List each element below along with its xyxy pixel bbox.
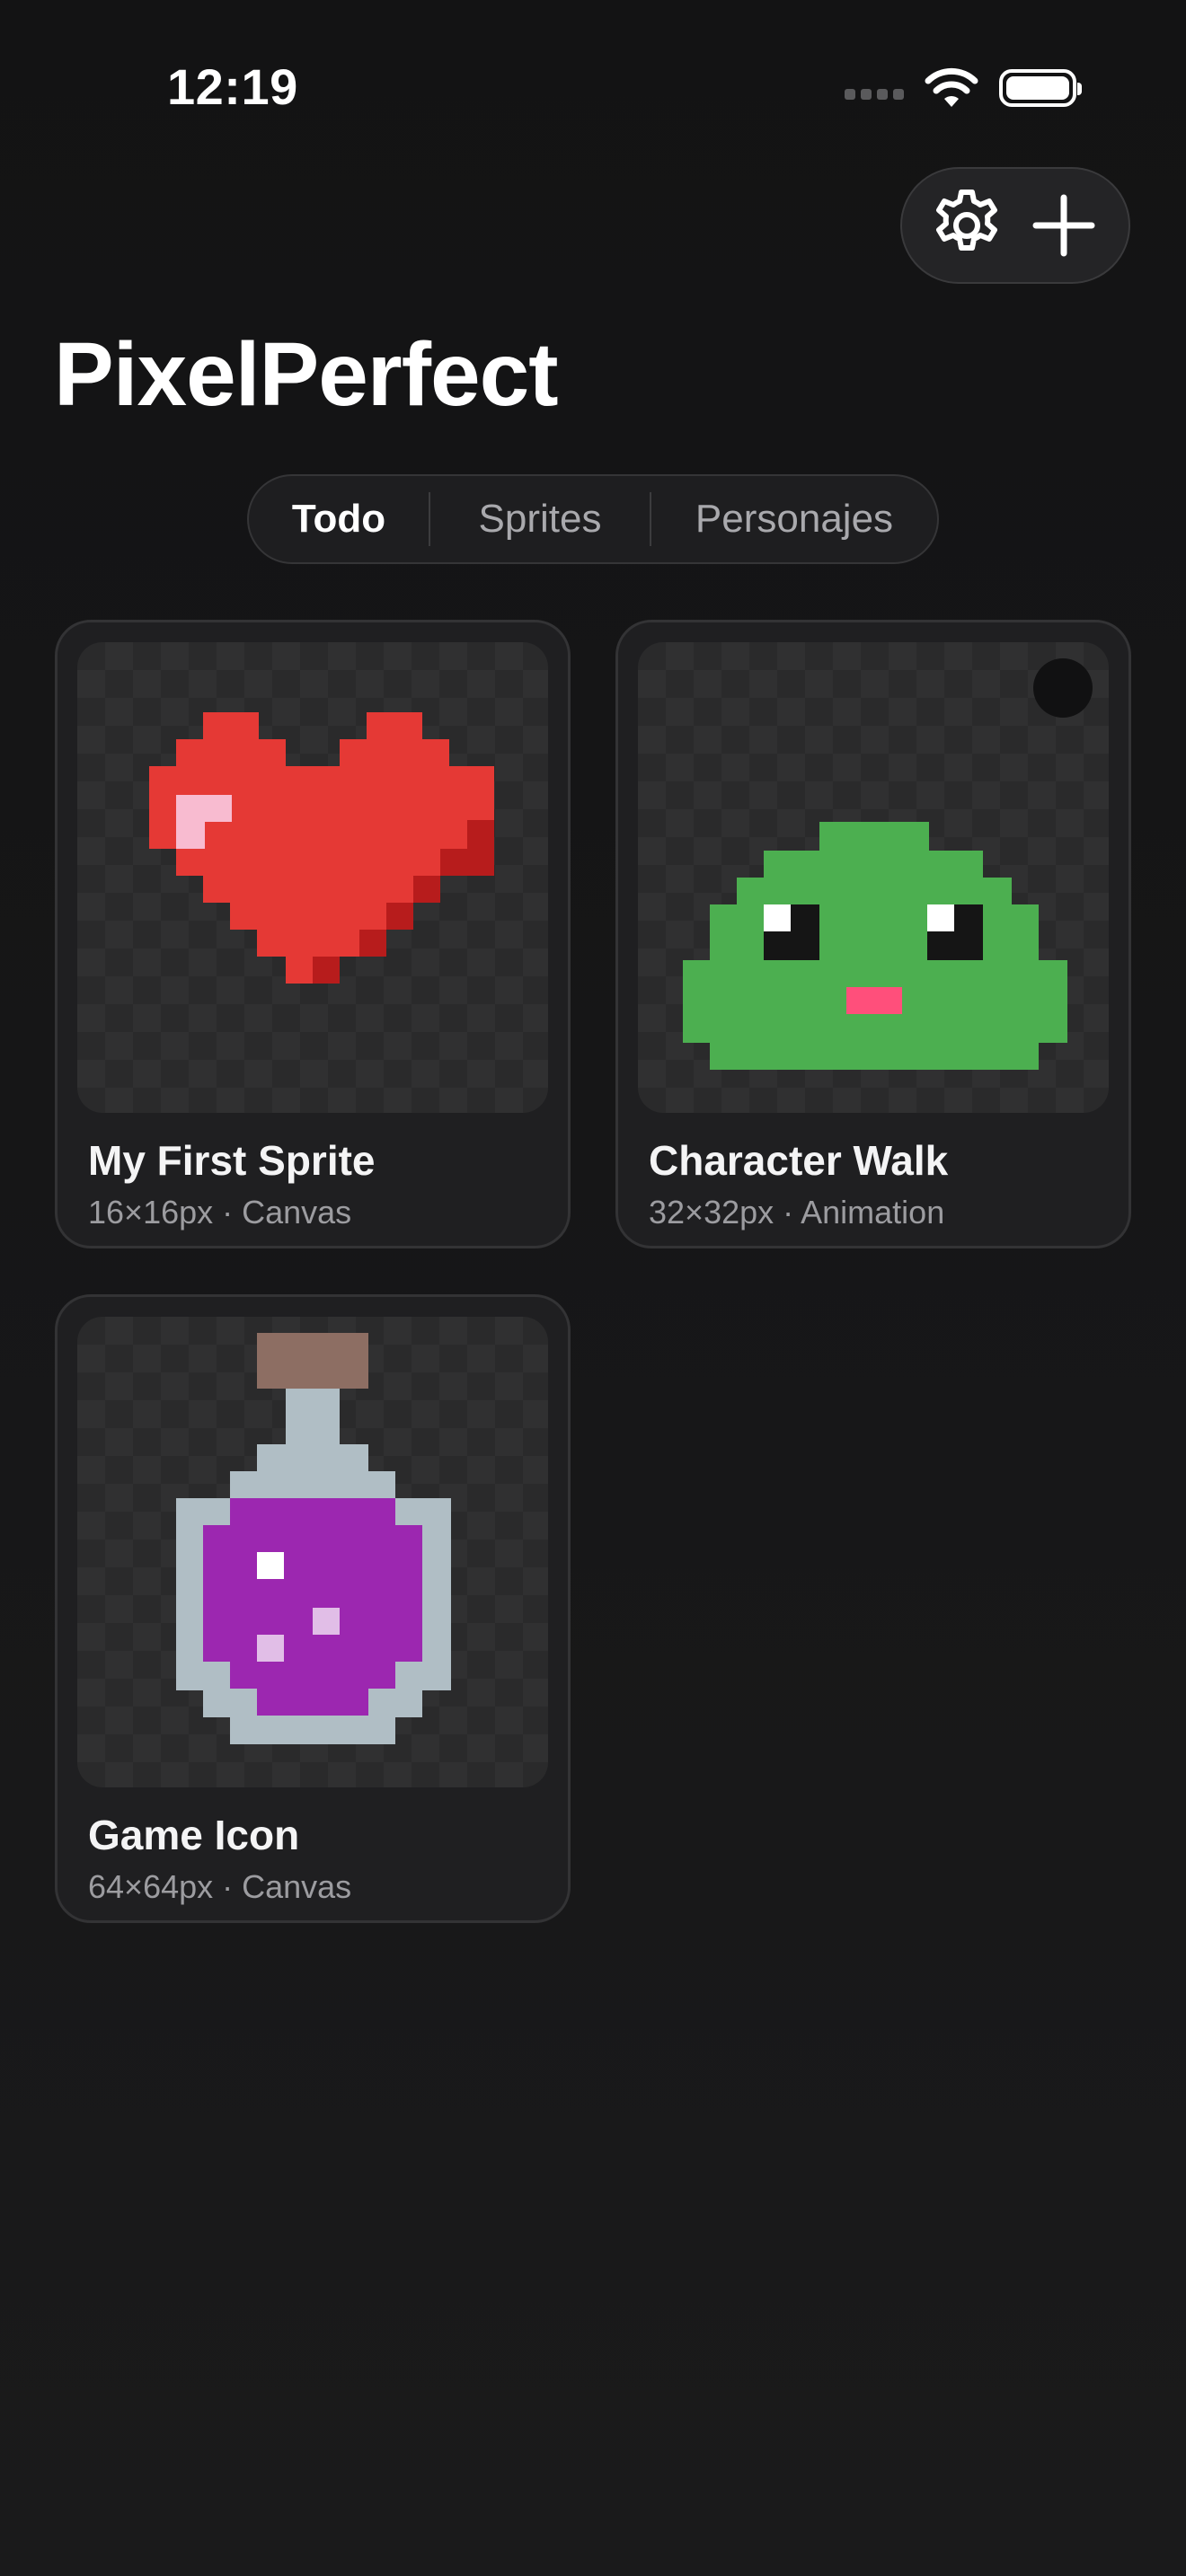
project-thumbnail	[77, 1317, 548, 1787]
wifi-icon	[925, 67, 978, 107]
project-title: Game Icon	[88, 1812, 300, 1858]
tab-personajes[interactable]: Personajes	[651, 476, 937, 562]
battery-icon	[999, 69, 1082, 107]
tab-todo[interactable]: Todo	[249, 476, 429, 562]
toolbar	[900, 167, 1130, 284]
filter-segmented-control: Todo Sprites Personajes	[247, 474, 939, 564]
pixel-heart-icon	[149, 712, 494, 984]
project-card[interactable]: Character Walk 32×32px · Animation	[615, 620, 1131, 1248]
status-icons	[845, 65, 1082, 111]
project-meta: 16×16px · Canvas	[88, 1194, 352, 1231]
play-icon	[1033, 658, 1109, 1113]
cellular-signal-icon	[845, 89, 904, 100]
animation-badge	[1033, 658, 1093, 718]
project-thumbnail	[77, 642, 548, 1113]
settings-button[interactable]	[924, 182, 1010, 269]
project-thumbnail	[638, 642, 1109, 1113]
screen: 12:19 PixelPerfect Todo Sprites Personaj…	[0, 0, 1186, 2576]
project-meta: 32×32px · Animation	[649, 1194, 945, 1231]
project-title: My First Sprite	[88, 1137, 376, 1184]
gear-icon	[936, 190, 997, 251]
project-card[interactable]: Game Icon 64×64px · Canvas	[55, 1294, 571, 1923]
pixel-potion-icon	[176, 1333, 451, 1744]
plus-icon	[1032, 194, 1095, 257]
page-title: PixelPerfect	[54, 324, 559, 425]
project-card[interactable]: My First Sprite 16×16px · Canvas	[55, 620, 571, 1248]
tab-sprites[interactable]: Sprites	[430, 476, 650, 562]
status-time: 12:19	[167, 58, 298, 115]
project-title: Character Walk	[649, 1137, 949, 1184]
add-project-button[interactable]	[1021, 182, 1107, 269]
project-meta: 64×64px · Canvas	[88, 1868, 352, 1905]
